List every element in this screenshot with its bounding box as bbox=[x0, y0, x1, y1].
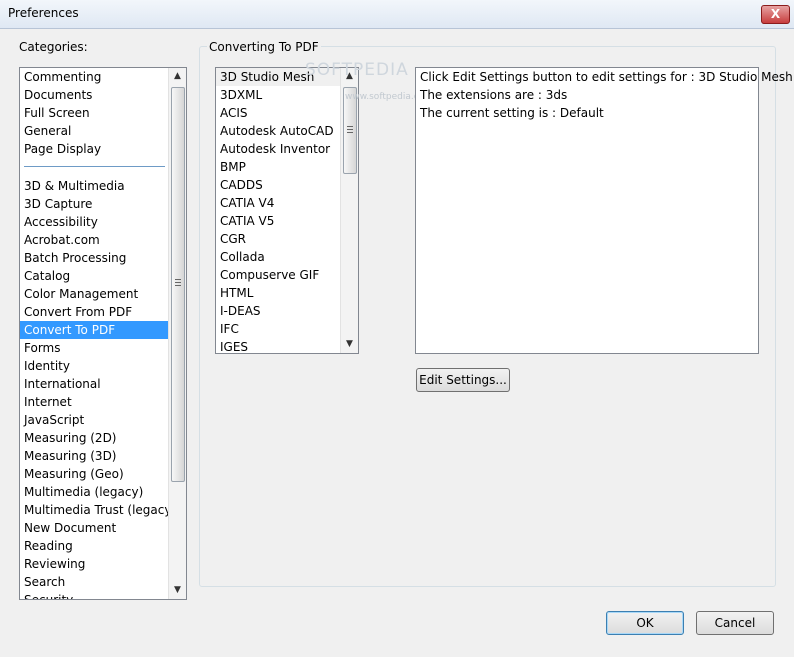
categories-items: Commenting Documents Full Screen General Pag… bbox=[20, 68, 176, 599]
category-item[interactable]: Measuring (3D) bbox=[20, 447, 169, 465]
category-item[interactable]: 3D & Multimedia bbox=[20, 177, 169, 195]
info-line: The extensions are : 3ds bbox=[420, 88, 568, 102]
category-item[interactable]: Batch Processing bbox=[20, 249, 169, 267]
category-item[interactable]: Full Screen bbox=[20, 104, 169, 122]
file-type-item[interactable]: CATIA V5 bbox=[216, 212, 341, 230]
file-type-scrollbar[interactable]: ▲ ▼ bbox=[340, 68, 358, 353]
title-bar: Preferences X bbox=[0, 0, 794, 29]
category-item[interactable]: Security bbox=[20, 591, 169, 599]
scroll-up-arrow-icon[interactable]: ▲ bbox=[169, 68, 186, 85]
category-item[interactable]: 3D Capture bbox=[20, 195, 169, 213]
file-type-item[interactable]: CGR bbox=[216, 230, 341, 248]
category-item[interactable]: Convert To PDF bbox=[20, 321, 169, 339]
category-item[interactable]: Acrobat.com bbox=[20, 231, 169, 249]
info-line: The current setting is : Default bbox=[420, 106, 604, 120]
categories-label: Categories: bbox=[19, 40, 88, 54]
watermark-logo: SOFTPEDIA bbox=[305, 60, 409, 80]
category-item[interactable]: New Document bbox=[20, 519, 169, 537]
category-item[interactable]: General bbox=[20, 122, 169, 140]
settings-info-box: Click Edit Settings button to edit setti… bbox=[415, 67, 793, 354]
category-item[interactable]: Measuring (2D) bbox=[20, 429, 169, 447]
converting-group-title: Converting To PDF bbox=[207, 40, 321, 54]
category-item[interactable]: Accessibility bbox=[20, 213, 169, 231]
category-item[interactable]: International bbox=[20, 375, 169, 393]
file-type-items: 3D Studio Mesh 3DXML ACIS Autodesk AutoCAD A… bbox=[216, 68, 341, 353]
category-item[interactable]: Multimedia Trust (legacy) bbox=[20, 501, 176, 519]
info-line: Click Edit Settings button to edit setti… bbox=[420, 70, 793, 84]
category-item[interactable]: Catalog bbox=[20, 267, 169, 285]
close-button[interactable]: X bbox=[761, 5, 790, 24]
cancel-button[interactable]: Cancel bbox=[696, 611, 774, 635]
category-item[interactable]: Documents bbox=[20, 86, 169, 104]
file-type-item[interactable]: BMP bbox=[216, 158, 341, 176]
category-item[interactable]: Identity bbox=[20, 357, 169, 375]
category-item[interactable]: Search bbox=[20, 573, 169, 591]
category-item[interactable]: Measuring (Geo) bbox=[20, 465, 169, 483]
category-item[interactable]: Convert From PDF bbox=[20, 303, 169, 321]
file-type-item[interactable]: Autodesk Inventor bbox=[216, 140, 341, 158]
ok-button[interactable]: OK bbox=[606, 611, 684, 635]
scroll-down-arrow-icon[interactable]: ▼ bbox=[341, 336, 358, 353]
close-icon: X bbox=[770, 7, 781, 21]
file-type-item[interactable]: Collada bbox=[216, 248, 341, 266]
category-item[interactable]: Multimedia (legacy) bbox=[20, 483, 169, 501]
categories-scrollbar[interactable]: ▲ ▼ bbox=[168, 68, 186, 599]
file-type-item[interactable]: HTML bbox=[216, 284, 341, 302]
categories-scroll-thumb[interactable] bbox=[171, 87, 185, 482]
file-type-list[interactable]: 3D Studio Mesh 3DXML ACIS Autodesk AutoCAD A… bbox=[215, 67, 359, 354]
file-type-item[interactable]: CADDS bbox=[216, 176, 341, 194]
file-type-item[interactable]: IGES bbox=[216, 338, 341, 353]
edit-settings-button[interactable]: Edit Settings... bbox=[416, 368, 510, 392]
categories-list[interactable]: Commenting Documents Full Screen General Pag… bbox=[19, 67, 187, 600]
category-item[interactable]: Reading bbox=[20, 537, 169, 555]
window-title: Preferences bbox=[8, 6, 79, 20]
scroll-down-arrow-icon[interactable]: ▼ bbox=[169, 582, 186, 599]
file-type-item[interactable]: CATIA V4 bbox=[216, 194, 341, 212]
category-item[interactable]: Commenting bbox=[20, 68, 169, 86]
file-type-item[interactable]: I-DEAS bbox=[216, 302, 341, 320]
category-item[interactable]: JavaScript bbox=[20, 411, 169, 429]
settings-info-lines: Click Edit Settings button to edit setti… bbox=[416, 68, 793, 122]
file-type-item[interactable]: Compuserve GIF bbox=[216, 266, 341, 284]
file-type-item[interactable]: ACIS bbox=[216, 104, 341, 122]
file-type-item[interactable]: 3DXML bbox=[216, 86, 341, 104]
category-item[interactable]: Forms bbox=[20, 339, 169, 357]
category-separator bbox=[24, 166, 165, 169]
file-type-item[interactable]: IFC bbox=[216, 320, 341, 338]
category-item[interactable]: Reviewing bbox=[20, 555, 169, 573]
category-item[interactable]: Color Management bbox=[20, 285, 169, 303]
file-type-item[interactable]: Autodesk AutoCAD bbox=[216, 122, 341, 140]
category-item[interactable]: Internet bbox=[20, 393, 169, 411]
category-item[interactable]: Page Display bbox=[20, 140, 169, 158]
